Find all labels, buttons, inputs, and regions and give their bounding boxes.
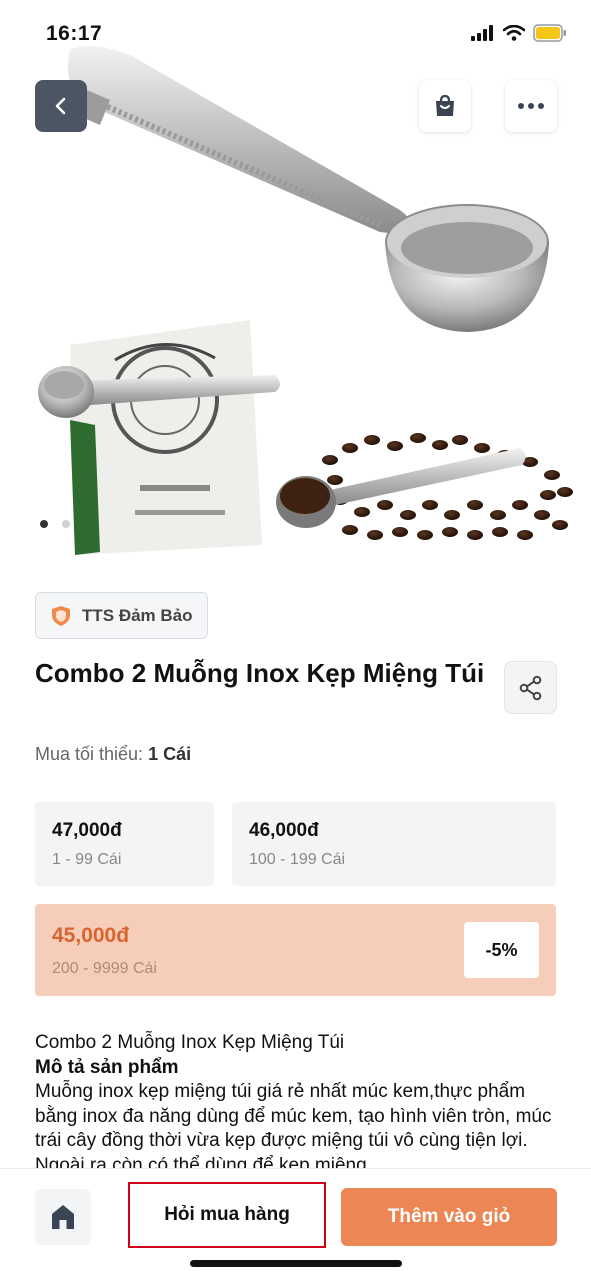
product-title: Combo 2 Muỗng Inox Kẹp Miệng Túi <box>35 658 485 688</box>
tier-price: 47,000đ <box>52 820 122 841</box>
share-icon <box>519 675 541 700</box>
description-body: Muỗng inox kẹp miệng túi giá rẻ nhất múc… <box>35 1081 552 1171</box>
min-order: Mua tối thiểu: 1 Cái <box>35 744 191 765</box>
status-icons <box>471 24 567 42</box>
description-heading: Mô tả sản phẩm <box>35 1056 179 1078</box>
product-description: Combo 2 Muỗng Inox Kẹp Miệng Túi Mô tả s… <box>35 1031 560 1171</box>
product-image-carousel[interactable] <box>0 0 591 560</box>
battery-icon <box>533 24 566 42</box>
wifi-icon <box>503 25 525 41</box>
product-photo <box>38 46 573 555</box>
status-bar: 16:17 <box>0 0 591 60</box>
back-button[interactable] <box>35 80 87 132</box>
discount-badge: -5% <box>464 922 539 978</box>
tier-price: 46,000đ <box>249 820 319 841</box>
cart-button[interactable] <box>419 80 471 132</box>
home-icon <box>52 1205 74 1229</box>
add-to-cart-button[interactable]: Thêm vào giỏ <box>341 1188 557 1246</box>
price-tier-2: 46,000đ 100 - 199 Cái <box>232 802 556 886</box>
price-tier-1: 47,000đ 1 - 99 Cái <box>35 802 214 886</box>
guarantee-label: TTS Đảm Bảo <box>82 605 193 625</box>
signal-icon <box>471 25 493 41</box>
shield-icon <box>52 605 70 626</box>
min-order-label: Mua tối thiểu: <box>35 744 149 764</box>
tier-range: 1 - 99 Cái <box>52 851 122 868</box>
home-button[interactable] <box>35 1189 91 1245</box>
more-button[interactable] <box>505 80 557 132</box>
status-time: 16:17 <box>46 22 103 45</box>
chevron-left-icon <box>55 97 66 115</box>
home-indicator <box>190 1260 402 1267</box>
min-order-value: 1 Cái <box>148 744 192 764</box>
carousel-dot[interactable] <box>62 520 70 528</box>
shopping-bag-icon <box>436 94 454 116</box>
carousel-dots <box>40 520 70 528</box>
price-tier-3: 45,000đ 200 - 9999 Cái -5% <box>35 904 556 996</box>
tier-range: 100 - 199 Cái <box>249 851 346 868</box>
description-title: Combo 2 Muỗng Inox Kẹp Miệng Túi <box>35 1032 345 1053</box>
share-button[interactable] <box>504 661 557 714</box>
bottom-action-bar: Hỏi mua hàng Thêm vào giỏ <box>0 1168 591 1280</box>
ask-to-buy-button[interactable]: Hỏi mua hàng <box>128 1182 326 1248</box>
carousel-dot-active[interactable] <box>40 520 48 528</box>
guarantee-badge: TTS Đảm Bảo <box>35 592 208 639</box>
more-dots-icon <box>518 103 544 109</box>
